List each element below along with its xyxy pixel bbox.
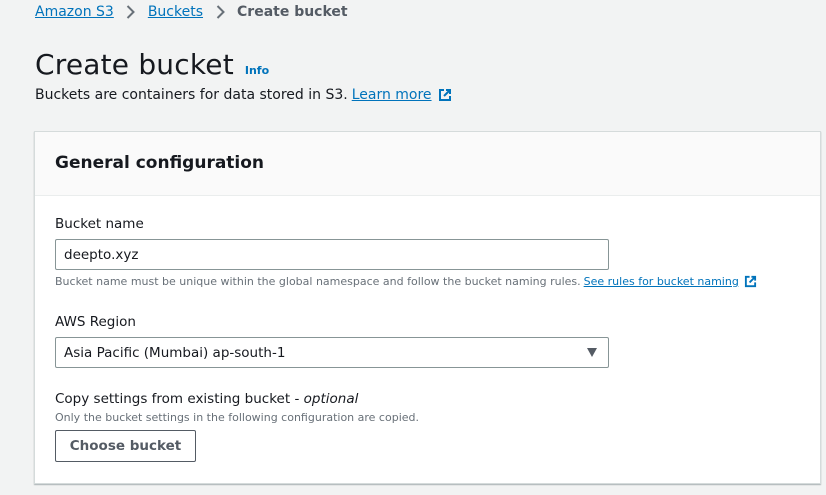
bucket-naming-rules-link[interactable]: See rules for bucket naming bbox=[584, 275, 739, 288]
chevron-right-icon bbox=[203, 3, 237, 21]
page-title: Create bucket bbox=[35, 48, 234, 81]
description-text: Buckets are containers for data stored i… bbox=[35, 87, 348, 103]
aws-region-select[interactable]: Asia Pacific (Mumbai) ap-south-1 bbox=[55, 337, 609, 368]
bucket-name-hint: Bucket name must be unique within the gl… bbox=[55, 275, 757, 288]
learn-more-link[interactable]: Learn more bbox=[352, 87, 432, 103]
breadcrumb-current: Create bucket bbox=[237, 4, 348, 20]
breadcrumb-buckets-link[interactable]: Buckets bbox=[148, 4, 203, 20]
panel-header: General configuration bbox=[35, 132, 820, 196]
copy-settings-label-text: Copy settings from existing bucket - bbox=[55, 391, 304, 407]
page-description: Buckets are containers for data stored i… bbox=[35, 87, 452, 103]
copy-settings-label: Copy settings from existing bucket - opt… bbox=[55, 391, 358, 407]
copy-settings-hint: Only the bucket settings in the followin… bbox=[55, 411, 419, 424]
chevron-right-icon bbox=[114, 3, 148, 21]
bucket-name-input[interactable]: deepto.xyz bbox=[55, 239, 609, 270]
page-header: Create bucket Info bbox=[35, 48, 269, 81]
caret-down-icon bbox=[587, 348, 597, 357]
info-link[interactable]: Info bbox=[245, 64, 269, 77]
aws-region-selected-value: Asia Pacific (Mumbai) ap-south-1 bbox=[64, 344, 286, 361]
external-link-icon[interactable] bbox=[438, 88, 452, 102]
breadcrumb: Amazon S3 Buckets Create bucket bbox=[35, 3, 348, 21]
breadcrumb-amazon-s3-link[interactable]: Amazon S3 bbox=[35, 4, 114, 20]
bucket-name-label: Bucket name bbox=[55, 216, 144, 232]
choose-bucket-button[interactable]: Choose bucket bbox=[55, 430, 196, 462]
panel-title: General configuration bbox=[55, 153, 265, 173]
bucket-name-hint-text: Bucket name must be unique within the gl… bbox=[55, 275, 581, 288]
optional-tag: optional bbox=[303, 391, 359, 407]
aws-region-label: AWS Region bbox=[55, 314, 136, 330]
general-configuration-panel: General configuration Bucket name deepto… bbox=[34, 131, 821, 484]
external-link-icon[interactable] bbox=[744, 275, 757, 288]
